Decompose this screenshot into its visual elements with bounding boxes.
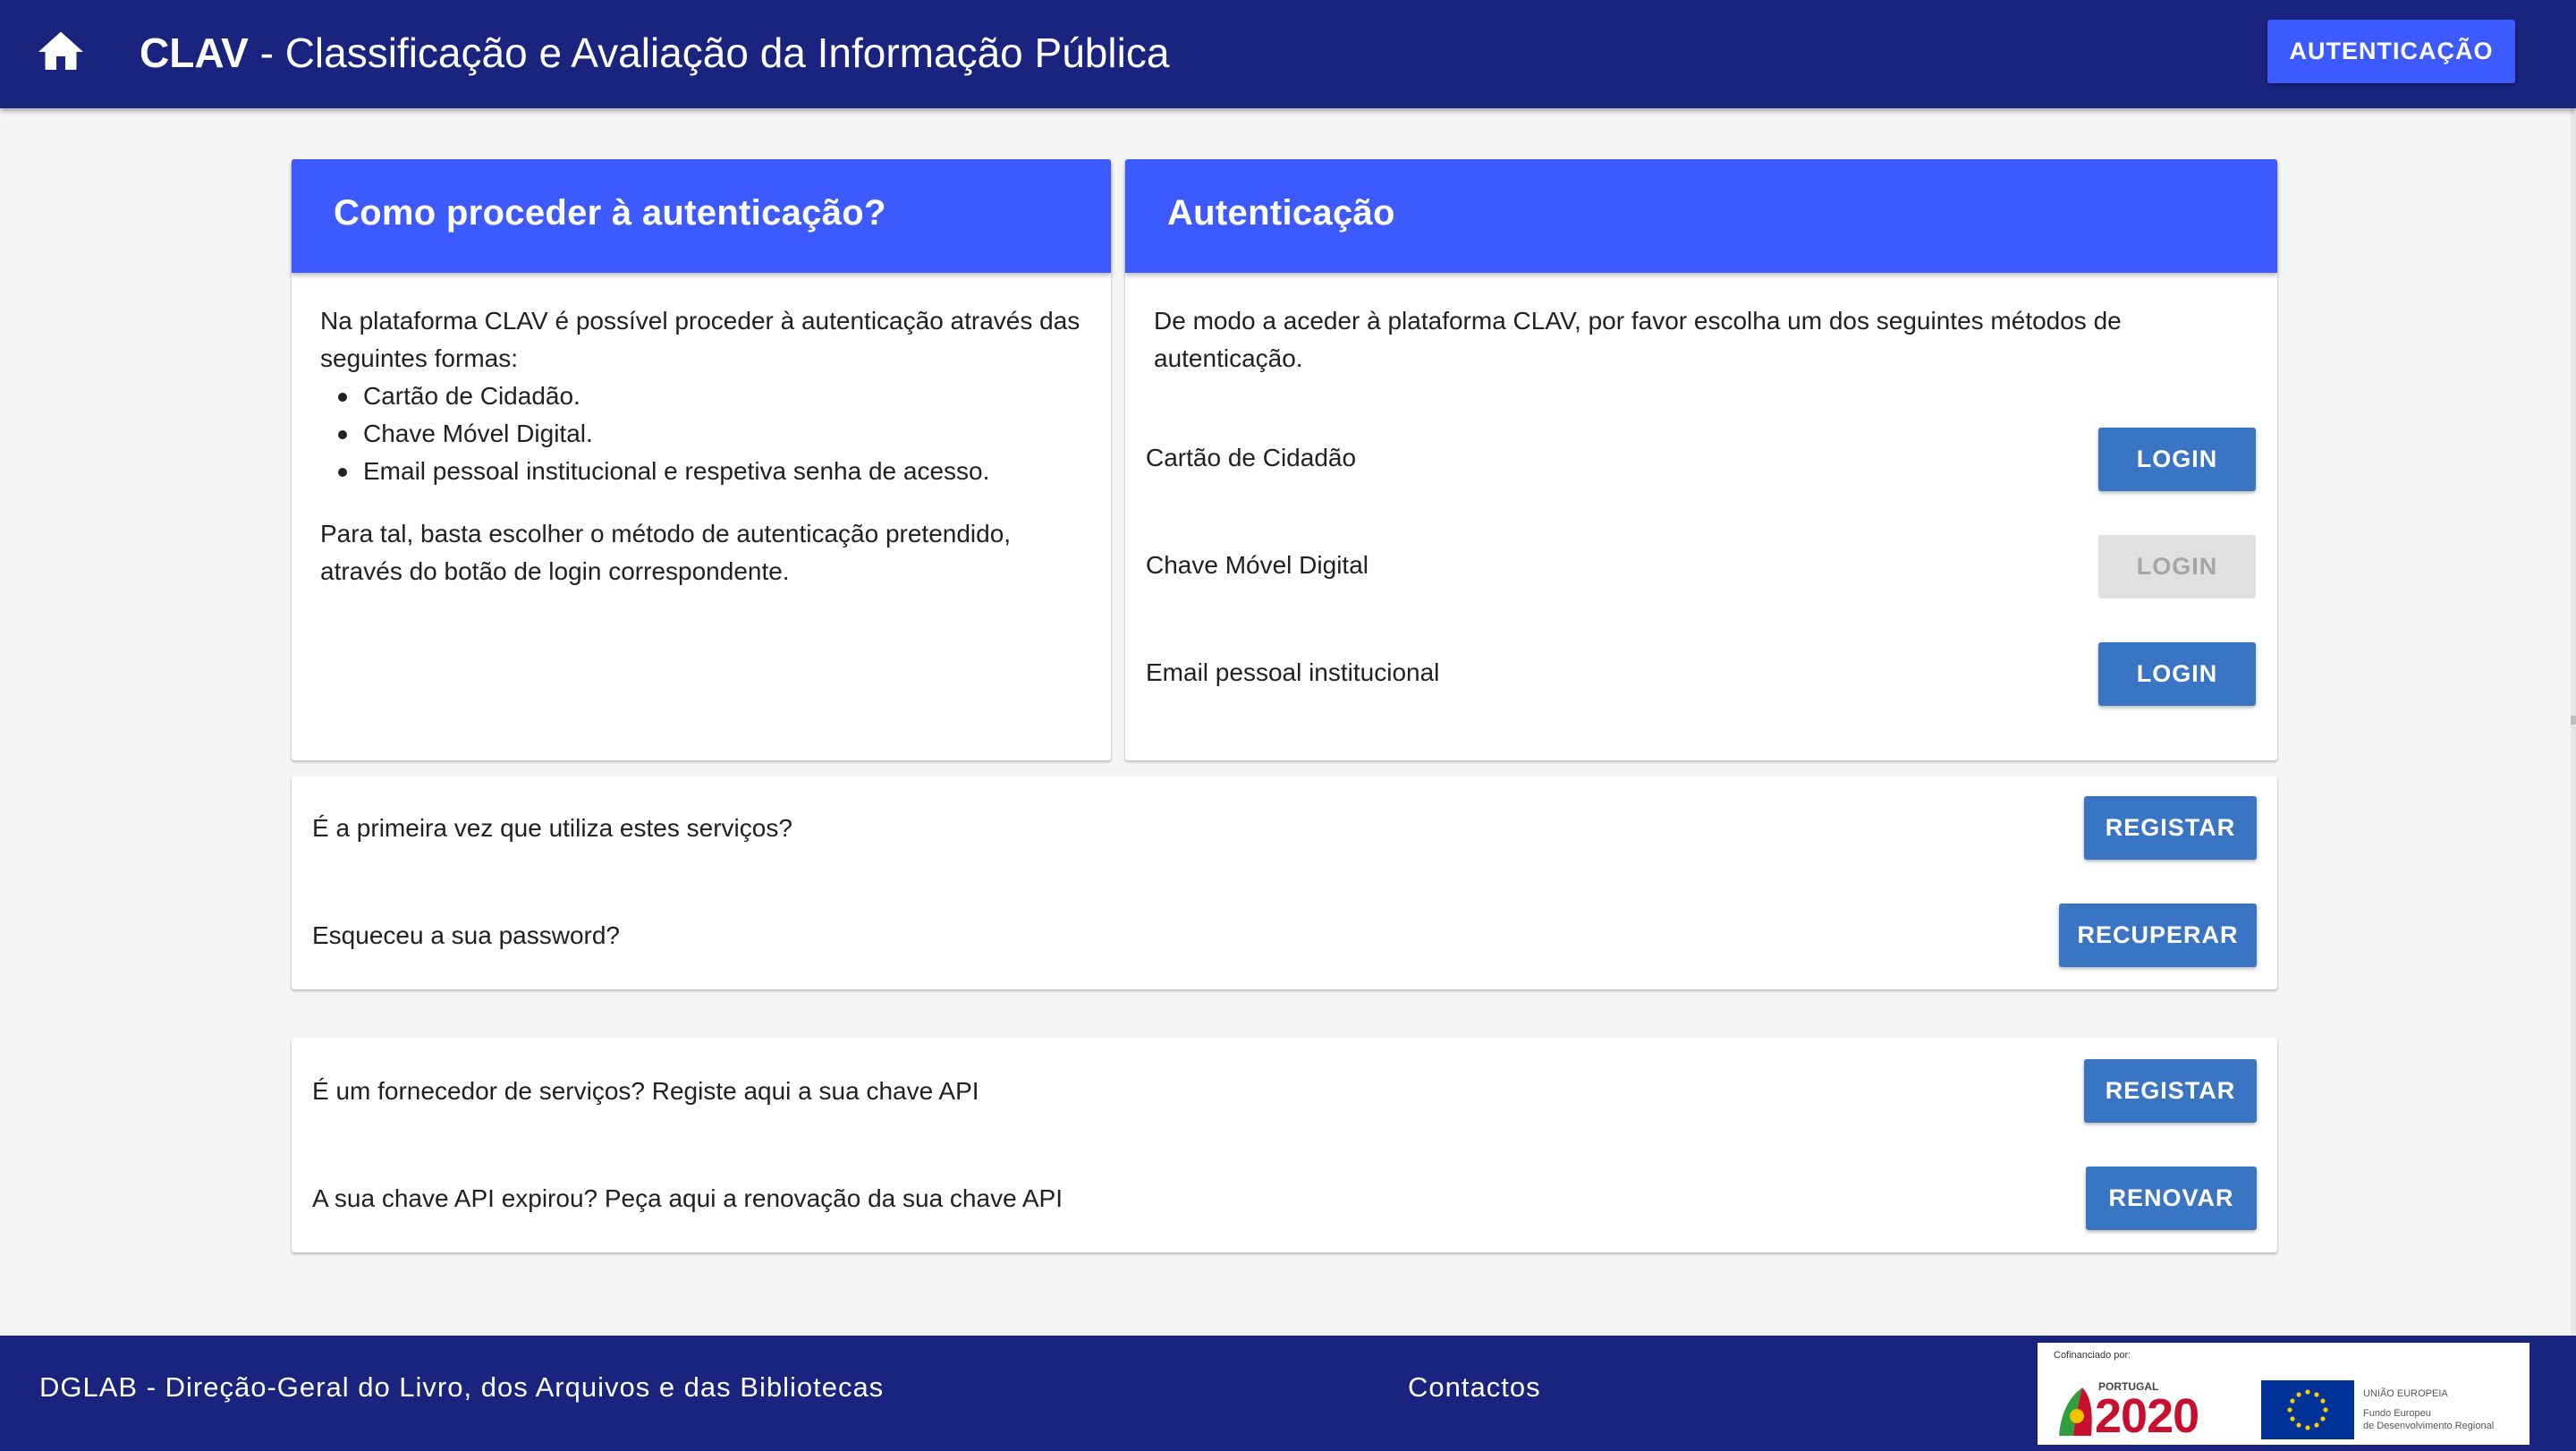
authentication-button[interactable]: AUTENTICAÇÃO <box>2267 20 2515 83</box>
api-card: É um fornecedor de serviços? Registe aqu… <box>292 1038 2277 1252</box>
list-item: Email pessoal institucional e respetiva … <box>320 453 1089 490</box>
info-card: Como proceder à autenticação? Na platafo… <box>292 159 1111 760</box>
first-time-label: É a primeira vez que utiliza estes servi… <box>312 814 792 842</box>
auth-methods-list: Cartão de Cidadão. Chave Móvel Digital. … <box>320 378 1089 490</box>
eu-flag-icon <box>2261 1380 2354 1439</box>
top-app-bar: CLAV - Classificação e Avaliação da Info… <box>0 0 2576 108</box>
info-outro: Para tal, basta escolher o método de aut… <box>320 520 1012 585</box>
app-brand: CLAV <box>140 30 249 76</box>
eu-line-1: UNIÃO EUROPEIA <box>2363 1388 2448 1399</box>
forgot-password-label: Esqueceu a sua password? <box>312 921 620 949</box>
home-icon[interactable] <box>32 25 89 79</box>
register-button[interactable]: REGISTAR <box>2084 796 2257 860</box>
email-institucional-label: Email pessoal institucional <box>1146 658 1440 686</box>
auth-card: Autenticação De modo a aceder à platafor… <box>1125 159 2277 760</box>
footer-org-name: DGLAB - Direção-Geral do Livro, dos Arqu… <box>39 1371 885 1403</box>
app-subtitle: - Classificação e Avaliação da Informaçã… <box>248 30 1170 76</box>
portugal-2020-logo: Cofinanciado por: PORTUGAL 2020 UNIÃO EU… <box>2038 1343 2529 1445</box>
chave-movel-label: Chave Móvel Digital <box>1146 551 1368 579</box>
renew-api-key-button[interactable]: RENOVAR <box>2086 1167 2257 1230</box>
year-label: 2020 <box>2095 1389 2199 1443</box>
portugal-flag-icon <box>2059 1387 2092 1436</box>
scrollbar-thumb[interactable] <box>2571 716 2576 725</box>
cofinanced-label: Cofinanciado por: <box>2054 1350 2131 1361</box>
recover-button[interactable]: RECUPERAR <box>2059 904 2257 967</box>
api-provider-label: É um fornecedor de serviços? Registe aqu… <box>312 1077 979 1105</box>
info-card-header: Como proceder à autenticação? <box>292 159 1111 273</box>
register-api-key-button[interactable]: REGISTAR <box>2084 1059 2257 1123</box>
contacts-link[interactable]: Contactos <box>1408 1371 1541 1404</box>
list-item: Cartão de Cidadão. <box>320 378 1089 415</box>
auth-intro: De modo a aceder à plataforma CLAV, por … <box>1154 307 2122 372</box>
list-item: Chave Móvel Digital. <box>320 415 1089 453</box>
login-chave-movel-button[interactable]: LOGIN <box>2098 535 2256 598</box>
cartao-cidadao-label: Cartão de Cidadão <box>1146 444 1357 471</box>
api-expired-label: A sua chave API expirou? Peça aqui a ren… <box>312 1184 1063 1212</box>
footer: DGLAB - Direção-Geral do Livro, dos Arqu… <box>0 1336 2576 1451</box>
auth-card-header: Autenticação <box>1125 159 2277 273</box>
app-title[interactable]: CLAV - Classificação e Avaliação da Info… <box>140 25 1169 81</box>
eu-line-2: Fundo Europeu <box>2363 1408 2431 1419</box>
auth-card-title: Autenticação <box>1167 193 1395 233</box>
login-email-button[interactable]: LOGIN <box>2098 642 2256 706</box>
info-intro: Na plataforma CLAV é possível proceder à… <box>320 307 1080 372</box>
login-cartao-cidadao-button[interactable]: LOGIN <box>2098 428 2256 491</box>
account-card: É a primeira vez que utiliza estes servi… <box>292 776 2277 989</box>
info-card-title: Como proceder à autenticação? <box>334 193 886 233</box>
eu-fund-text: UNIÃO EUROPEIA Fundo Europeu de Desenvol… <box>2363 1387 2494 1432</box>
eu-line-3: de Desenvolvimento Regional <box>2363 1421 2495 1431</box>
info-card-body: Na plataforma CLAV é possível proceder à… <box>320 302 1089 590</box>
